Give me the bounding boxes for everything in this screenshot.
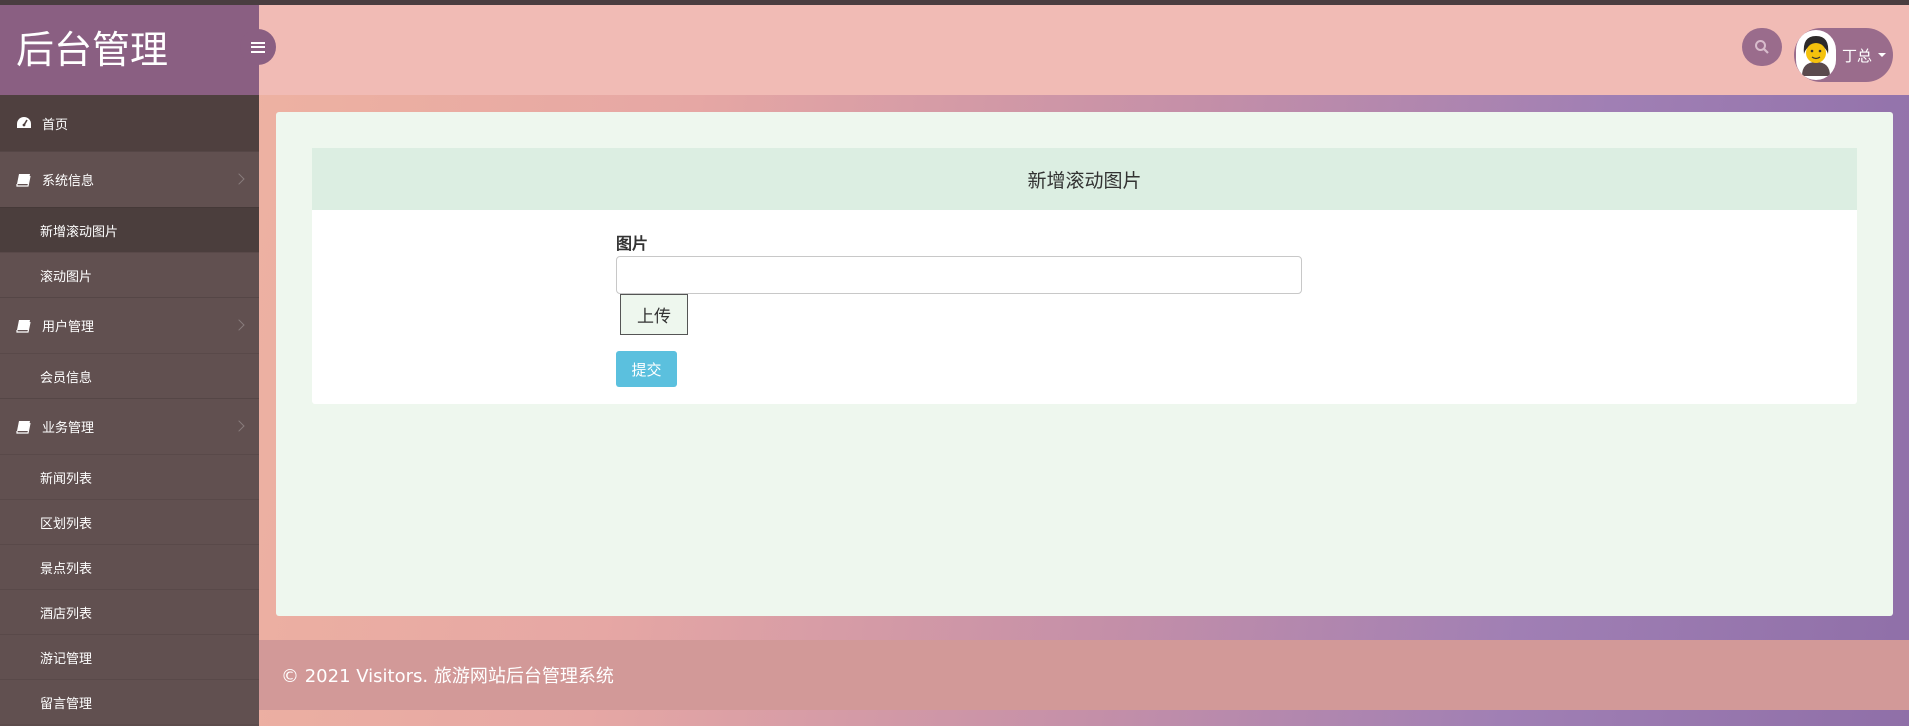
form-title: 新增滚动图片	[312, 148, 1857, 210]
sidebar-item-label: 区划列表	[40, 516, 93, 532]
chevron-right-icon	[233, 172, 245, 185]
hamburger-icon	[251, 41, 265, 53]
chevron-right-icon	[233, 318, 245, 331]
sidebar-item-travelogues[interactable]: 游记管理	[0, 634, 259, 679]
chevron-right-icon	[233, 419, 245, 432]
sidebar-item-members[interactable]: 会员信息	[0, 353, 259, 398]
sidebar-item-label: 滚动图片	[40, 269, 93, 285]
sidebar-item-label: 用户管理	[42, 320, 95, 335]
sidebar-item-slides[interactable]: 滚动图片	[0, 252, 259, 297]
book-icon	[16, 173, 31, 187]
footer: © 2021 Visitors. 旅游网站后台管理系统	[259, 640, 1909, 710]
sidebar-item-news[interactable]: 新闻列表	[0, 454, 259, 499]
sidebar-item-label: 留言管理	[40, 696, 93, 712]
sidebar-item-hotels[interactable]: 酒店列表	[0, 589, 259, 634]
upload-button[interactable]: 上传	[620, 294, 688, 335]
sidebar-item-add-slide[interactable]: 新增滚动图片	[0, 207, 259, 252]
image-field-label: 图片	[616, 234, 649, 253]
form-card: 新增滚动图片 图片 上传 提交	[312, 148, 1857, 404]
sidebar: 后台管理 首页 系统信息 新增滚动图片 滚动图片 用户管理 会员信息 业务管理 …	[0, 5, 259, 726]
sidebar-item-label: 会员信息	[40, 370, 93, 386]
avatar	[1796, 30, 1836, 80]
sidebar-item-label: 新闻列表	[40, 471, 93, 487]
search-button[interactable]	[1742, 28, 1782, 66]
sidebar-toggle-button[interactable]	[240, 29, 276, 65]
sidebar-item-label: 游记管理	[40, 651, 93, 667]
sidebar-item-label: 新增滚动图片	[40, 224, 119, 240]
image-path-input[interactable]	[616, 256, 1302, 294]
sidebar-item-regions[interactable]: 区划列表	[0, 499, 259, 544]
sidebar-group-system[interactable]: 系统信息	[0, 151, 259, 207]
book-icon	[16, 319, 31, 333]
footer-text: © 2021 Visitors. 旅游网站后台管理系统	[281, 666, 614, 687]
sidebar-item-messages[interactable]: 留言管理	[0, 679, 259, 724]
search-icon	[1755, 40, 1769, 54]
sidebar-item-label: 景点列表	[40, 561, 93, 577]
caret-down-icon	[1878, 53, 1887, 57]
slide-form: 图片 上传 提交	[616, 230, 1302, 387]
sidebar-group-users[interactable]: 用户管理	[0, 297, 259, 353]
user-menu[interactable]: 丁总	[1794, 28, 1893, 82]
dashboard-icon	[17, 117, 31, 128]
top-header	[259, 5, 1909, 95]
content-panel: 新增滚动图片 图片 上传 提交	[276, 112, 1893, 616]
sidebar-item-label: 系统信息	[42, 174, 95, 189]
sidebar-item-label: 首页	[42, 117, 69, 133]
sidebar-item-attractions[interactable]: 景点列表	[0, 544, 259, 589]
sidebar-item-label: 业务管理	[42, 421, 95, 436]
sidebar-item-home[interactable]: 首页	[0, 95, 259, 151]
submit-button[interactable]: 提交	[616, 351, 677, 387]
brand-title: 后台管理	[0, 5, 259, 95]
sidebar-item-label: 酒店列表	[40, 606, 93, 622]
book-icon	[16, 420, 31, 434]
user-name: 丁总	[1842, 46, 1873, 65]
sidebar-group-business[interactable]: 业务管理	[0, 398, 259, 454]
